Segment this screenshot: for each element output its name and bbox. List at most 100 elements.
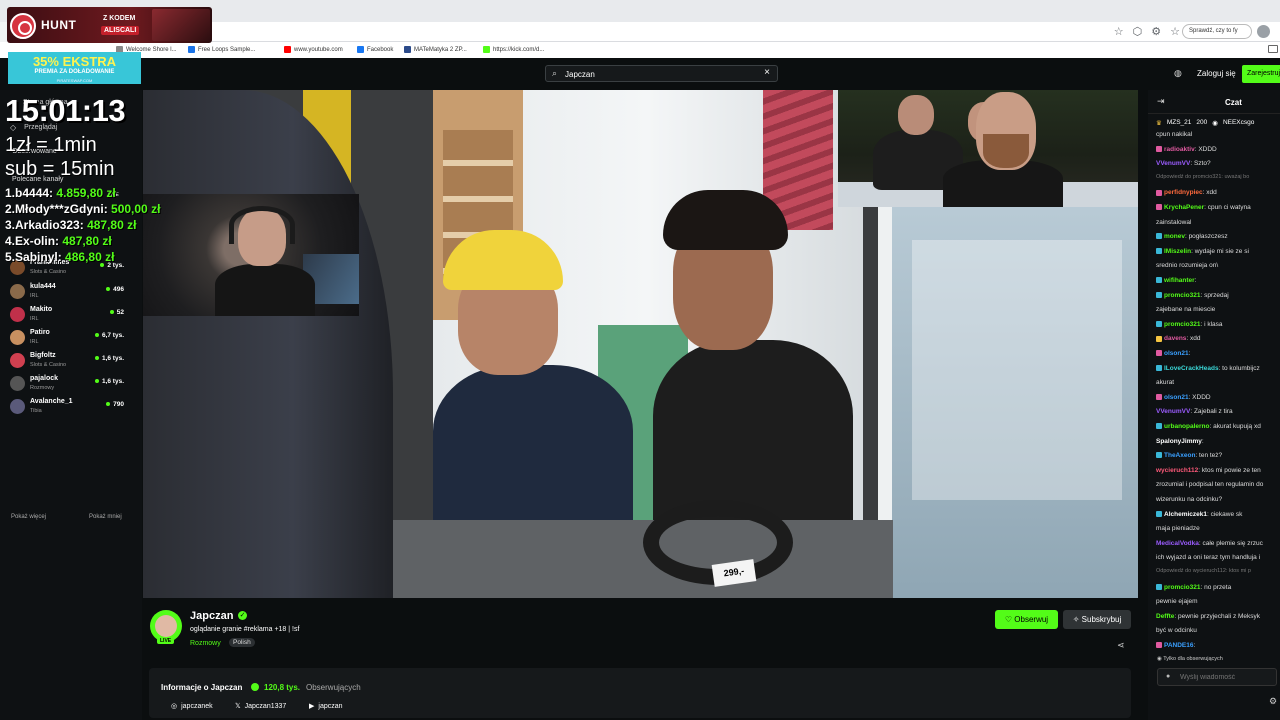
chat-message: VVenumVV: Zajebali z tira [1156, 407, 1280, 417]
globe-icon[interactable]: ◍ [1174, 68, 1182, 79]
chat-username[interactable]: Deffte [1156, 613, 1174, 620]
bookmark-star-icon[interactable]: ☆ [1114, 25, 1124, 38]
channel-category: Slots & Casino [30, 362, 67, 368]
chat-username[interactable]: SpalonyJimmy [1156, 438, 1202, 445]
chat-username[interactable]: monev [1164, 233, 1185, 240]
webcam-beard [983, 134, 1029, 168]
search-input[interactable] [565, 67, 755, 81]
stream-category[interactable]: Rozmowy [190, 640, 221, 647]
leaderboard-entry: 3.Arkadio323: 487,80 zł [5, 218, 136, 232]
chat-username[interactable]: VVenumVV [1156, 408, 1190, 415]
chat-username[interactable]: IMiszelin [1164, 248, 1191, 255]
chat-message: wizerunku na odcinku? [1156, 495, 1280, 505]
social-link-instagram[interactable]: ◎ japczanek [171, 702, 213, 711]
chat-input-box[interactable]: ● [1157, 668, 1277, 686]
chat-message: urbanopalerno: akurat kupują xd [1156, 422, 1280, 432]
social-link-x[interactable]: 𝕏 Japczan1337 [235, 702, 286, 711]
chat-username[interactable]: promcio321 [1164, 321, 1201, 328]
follow-button[interactable]: ♡ Obserwuj [995, 610, 1058, 629]
close-icon[interactable]: × [764, 67, 770, 78]
bookmarks-folder-icon[interactable] [1268, 45, 1278, 53]
show-less-button[interactable]: Pokaż mniej [89, 514, 122, 520]
chat-badge-icon [1156, 204, 1162, 211]
viewer-count: 6,7 tys. [94, 332, 124, 339]
collapse-chat-icon[interactable]: ⇥ [1157, 96, 1165, 107]
social-link-youtube[interactable]: ▶ japczan [309, 702, 343, 711]
login-button[interactable]: Zaloguj się [1197, 69, 1236, 78]
chat-username[interactable]: olson21 [1164, 394, 1189, 401]
chat-username[interactable]: promcio321 [1164, 292, 1201, 299]
instagram-icon: ◎ [171, 703, 178, 710]
star-icon[interactable]: ☆ [1170, 25, 1180, 38]
chat-text: : to kolumbijcz [1218, 364, 1260, 372]
person-hair [663, 190, 788, 250]
register-button[interactable]: Zarejestruj [1242, 65, 1280, 83]
chat-message: Deffte: pewnie przyjechali z Meksyk [1156, 612, 1280, 622]
show-more-button[interactable]: Pokaż więcej [11, 514, 46, 520]
video-person-back [143, 90, 393, 598]
channel-name: Patiro [30, 329, 50, 336]
chat-badge-icon [1156, 145, 1162, 152]
chat-badge-icon [1156, 189, 1162, 196]
chat-username[interactable]: Alchemiczek1 [1164, 511, 1207, 518]
chat-username[interactable]: perfidnypiec [1164, 189, 1203, 196]
extensions-icon[interactable]: ⬡ [1133, 25, 1143, 38]
chat-text: cpun nakikal [1156, 131, 1193, 138]
social-label: japczanek [181, 702, 213, 710]
bookmark-item[interactable]: https://kick.com/d... [483, 46, 544, 53]
sidebar-channel[interactable]: Avalanche_1 Tibia 790 [10, 397, 128, 419]
live-dot-icon [106, 287, 111, 292]
chat-username[interactable]: davens [1164, 335, 1186, 342]
share-icon[interactable]: ⋖ [1117, 640, 1125, 651]
chat-username[interactable]: PANDE16 [1164, 642, 1194, 649]
extension-search-box[interactable]: Sprawdź, czy to fy [1182, 24, 1252, 39]
chat-username[interactable]: promcio321 [1164, 584, 1201, 591]
chat-header: ⇥ Czat [1148, 90, 1280, 114]
leaderboard-entry: 2.Młody***zGdyni: 500,00 zł [5, 202, 160, 216]
chat-text: : akurat kupują xd [1209, 423, 1261, 430]
hunt-code-label: Z KODEM [103, 15, 136, 22]
bookmark-item[interactable]: Free Loops Sample... [188, 46, 255, 53]
bookmark-item[interactable]: Facebook [357, 46, 393, 53]
channel-name[interactable]: Japczan [190, 610, 233, 622]
address-bar[interactable]: ☆ ⬡ ⚙ ☆ Sprawdź, czy to fy [210, 22, 1280, 42]
person-shirt [653, 340, 853, 530]
sidebar-channel[interactable]: Bigfoltz Slots & Casino 1,6 tys. [10, 351, 128, 373]
sidebar-channel[interactable]: Makito IRL 52 [10, 305, 128, 327]
chat-text: : [1193, 642, 1196, 649]
avatar [10, 353, 25, 368]
chat-badge-icon [1156, 364, 1162, 371]
sidebar-channel[interactable]: Patiro IRL 6,7 tys. [10, 328, 128, 350]
chat-username[interactable]: VVenumVV [1156, 160, 1190, 167]
follower-label: Obserwujących [306, 683, 361, 692]
settings-icon[interactable]: ⚙ [1151, 25, 1161, 38]
subscribe-button[interactable]: ✧ Subskrybuj [1063, 610, 1131, 629]
chat-username[interactable]: ILoveCrackHeads [1164, 365, 1219, 372]
sidebar-channel[interactable]: kula444 IRL 496 [10, 282, 128, 304]
heart-icon: ♡ [1004, 615, 1015, 624]
chat-username[interactable]: urbanopalerno [1164, 423, 1210, 430]
chat-username[interactable]: radioaktiv [1164, 146, 1195, 153]
gear-icon[interactable]: ⚙ [1269, 696, 1277, 707]
chat-badge-icon [1156, 335, 1162, 342]
chat-message: IMiszelin: wydaje mi sie ze si [1156, 247, 1280, 257]
hunt-code: ALISCALI [101, 26, 140, 35]
live-dot-icon [106, 402, 111, 407]
search-box[interactable]: ⌕ × [545, 65, 778, 82]
chat-username[interactable]: KrychaPener [1164, 204, 1204, 211]
leader-name: b4444: [15, 186, 54, 200]
chat-username[interactable]: MedicalVodka [1156, 540, 1199, 547]
chat-username[interactable]: olson21 [1164, 350, 1189, 357]
bookmark-item[interactable]: MATeMatyka 2 ZP... [404, 46, 467, 53]
chat-text: : [1188, 350, 1191, 357]
chat-username[interactable]: wifihanter [1164, 277, 1195, 284]
chat-username[interactable]: TheAxeon [1164, 452, 1195, 459]
stream-title: oglądanie granie #reklama +18 | !sf [190, 626, 300, 633]
stream-tag[interactable]: Polish [229, 638, 255, 647]
bookmark-item[interactable]: www.youtube.com [284, 46, 343, 53]
profile-avatar[interactable] [1257, 25, 1270, 38]
chat-message: wycieruch112: ktos mi powie ze ten [1156, 466, 1280, 476]
chat-input[interactable] [1180, 671, 1270, 683]
chat-username[interactable]: wycieruch112 [1156, 467, 1198, 474]
sidebar-channel[interactable]: pajalock Rozmowy 1,6 tys. [10, 374, 128, 396]
